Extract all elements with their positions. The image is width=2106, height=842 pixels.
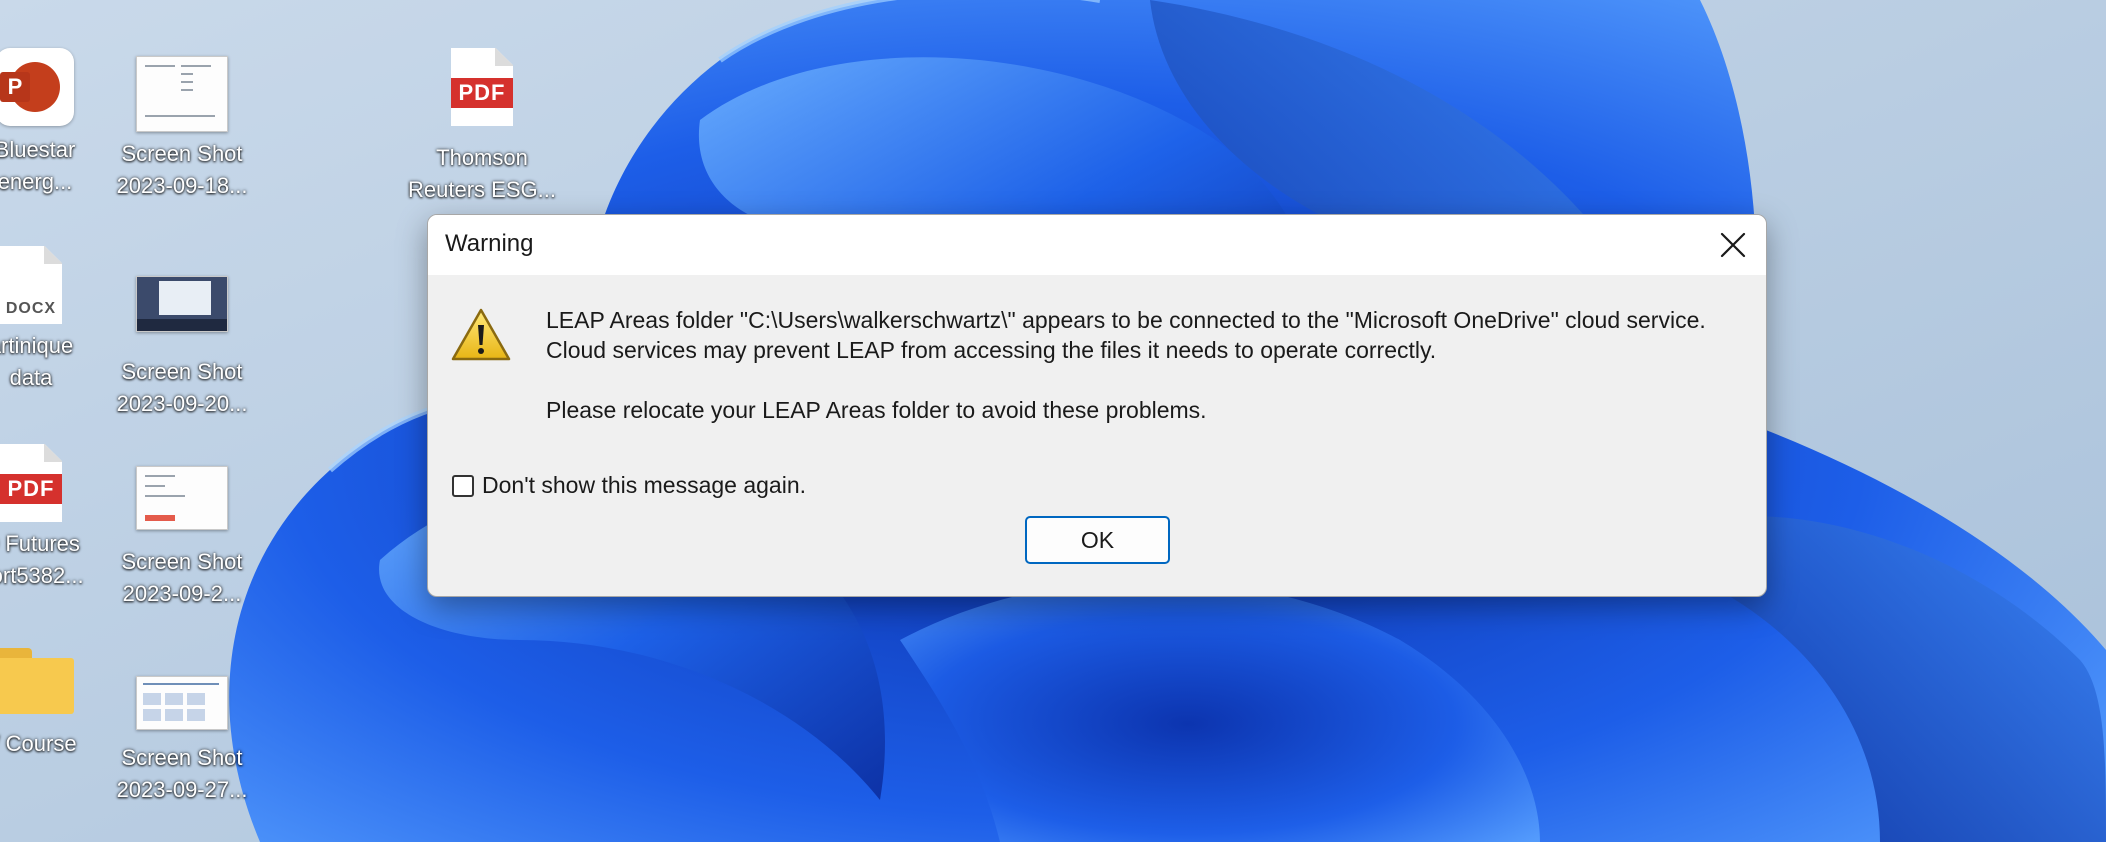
close-icon bbox=[1720, 232, 1746, 258]
screenshot-thumbnail-icon bbox=[136, 56, 228, 132]
desktop-icon-label: 2023-09-27... bbox=[116, 777, 248, 802]
desktop-icon-screenshot[interactable]: Screen Shot 2023-09-27... bbox=[107, 676, 257, 806]
pdf-file-icon: PDF bbox=[451, 48, 513, 126]
desktop-icon-folder[interactable]: / Course bbox=[0, 648, 110, 760]
checkbox-box[interactable] bbox=[452, 474, 474, 497]
desktop-icon-screenshot[interactable]: Screen Shot 2023-09-20... bbox=[107, 276, 257, 420]
dialog-title: Warning bbox=[445, 230, 534, 257]
dialog-message: LEAP Areas folder "C:\Users\walkerschwar… bbox=[546, 305, 1706, 425]
desktop-icon-label: Bluestar bbox=[0, 137, 76, 162]
desktop-icon-label: 2023-09-2... bbox=[122, 581, 242, 606]
desktop-icon-label: 2023-09-20... bbox=[116, 391, 248, 416]
pdf-file-icon: PDF bbox=[0, 444, 62, 522]
screenshot-thumbnail-icon bbox=[136, 676, 228, 730]
screenshot-thumbnail-icon bbox=[136, 276, 228, 332]
desktop-icon-label: energ... bbox=[0, 169, 73, 194]
desktop-icon-label: 2023-09-18... bbox=[116, 173, 248, 198]
desktop-icon-screenshot[interactable]: Screen Shot 2023-09-2... bbox=[107, 466, 257, 610]
desktop-icon-label: port5382... bbox=[0, 563, 84, 588]
desktop-icon-label: / Course bbox=[0, 731, 77, 756]
warning-dialog: Warning LEAP Areas folder "C:\Users\walk… bbox=[427, 214, 1767, 597]
message-line: Cloud services may prevent LEAP from acc… bbox=[546, 337, 1437, 363]
desktop-icon-pptx[interactable]: P Bluestar energ... bbox=[0, 48, 110, 198]
desktop-icon-pdf[interactable]: PDF Thomson Reuters ESG... bbox=[407, 48, 557, 206]
desktop-icon-label: Screen Shot bbox=[121, 745, 243, 770]
message-line: Please relocate your LEAP Areas folder t… bbox=[546, 397, 1207, 423]
pdf-tag: PDF bbox=[451, 78, 513, 108]
docx-file-icon: DOCX bbox=[0, 246, 62, 324]
desktop-icon-label: artinique bbox=[0, 333, 74, 358]
docx-tag: DOCX bbox=[5, 300, 57, 317]
close-button[interactable] bbox=[1700, 215, 1766, 275]
screenshot-thumbnail-icon bbox=[136, 466, 228, 530]
checkbox-label[interactable]: Don't show this message again. bbox=[482, 472, 806, 499]
desktop-icon-docx[interactable]: DOCX artinique data bbox=[0, 246, 106, 394]
desktop-icon-label: Screen Shot bbox=[121, 549, 243, 574]
warning-triangle-icon bbox=[451, 308, 511, 361]
desktop-icon-pdf[interactable]: PDF O Futures port5382... bbox=[0, 444, 106, 592]
desktop-icon-label: Reuters ESG... bbox=[408, 177, 556, 202]
pptx-letter: P bbox=[0, 72, 30, 102]
ok-button[interactable]: OK bbox=[1025, 516, 1170, 564]
powerpoint-icon: P bbox=[0, 48, 74, 126]
desktop-icon-label: Screen Shot bbox=[121, 141, 243, 166]
desktop-icon-label: Thomson bbox=[436, 145, 528, 170]
folder-icon bbox=[0, 648, 74, 714]
message-line: LEAP Areas folder "C:\Users\walkerschwar… bbox=[546, 307, 1706, 333]
dont-show-again-checkbox[interactable]: Don't show this message again. bbox=[452, 472, 806, 499]
pdf-tag: PDF bbox=[0, 474, 62, 504]
desktop-icon-label: data bbox=[9, 365, 53, 390]
desktop-icon-label: Screen Shot bbox=[121, 359, 243, 384]
desktop-icon-screenshot[interactable]: Screen Shot 2023-09-18... bbox=[107, 56, 257, 202]
dialog-titlebar[interactable]: Warning bbox=[428, 215, 1766, 275]
desktop-icon-label: O Futures bbox=[0, 531, 80, 556]
